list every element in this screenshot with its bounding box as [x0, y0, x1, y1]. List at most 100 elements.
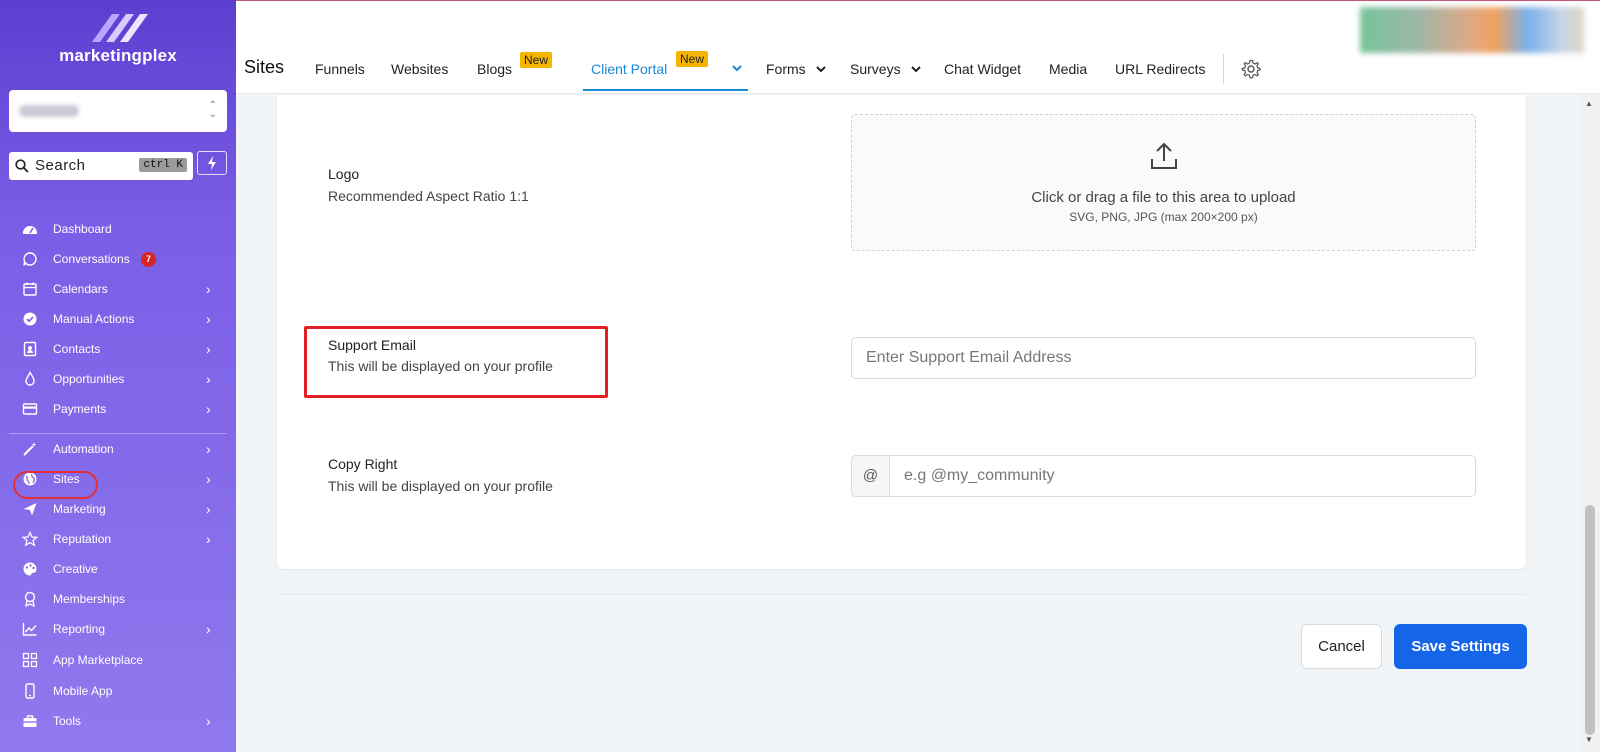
chat-icon [23, 252, 37, 266]
chevron-down-icon[interactable] [816, 66, 826, 73]
sidebar-item-tools[interactable]: Tools › [0, 706, 236, 736]
chevron-right-icon: › [206, 341, 211, 357]
sidebar-item-label: Creative [53, 562, 98, 576]
palette-icon [23, 562, 37, 576]
footer-divider [277, 594, 1526, 595]
tab-client-portal[interactable]: Client Portal [591, 61, 667, 77]
support-email-subtitle: This will be displayed on your profile [328, 358, 553, 374]
chevron-right-icon: › [206, 311, 211, 327]
sidebar-item-memberships[interactable]: Memberships [0, 584, 236, 614]
sidebar-item-label: Memberships [53, 592, 126, 606]
lightning-icon [208, 156, 216, 170]
sidebar-item-label: Opportunities [53, 372, 125, 386]
sidebar-item-label: Payments [53, 402, 107, 416]
sidebar-item-contacts[interactable]: Contacts › [0, 334, 236, 364]
chevron-right-icon: › [206, 621, 211, 637]
sidebar-item-opportunities[interactable]: Opportunities › [0, 364, 236, 394]
logo-upload-dropzone[interactable]: Click or drag a file to this area to upl… [851, 114, 1476, 251]
chevron-right-icon: › [206, 401, 211, 417]
sidebar-item-label: Dashboard [53, 222, 112, 236]
copyright-input[interactable] [890, 456, 1475, 496]
sidebar-item-label: Reputation [53, 532, 112, 546]
sidebar: marketingplex ⌃ ⌄ Search ctrl K Dashboard… [0, 0, 236, 752]
sidebar-item-creative[interactable]: Creative [0, 554, 236, 584]
top-nav-bar: Sites Funnels Websites Blogs New Client … [236, 0, 1600, 94]
search-label: Search [35, 157, 86, 174]
chevron-down-icon[interactable] [732, 65, 742, 72]
copyright-input-group: @ [851, 455, 1476, 497]
sidebar-item-payments[interactable]: Payments › [0, 394, 236, 424]
copyright-subtitle: This will be displayed on your profile [328, 478, 553, 494]
account-name-blurred [19, 105, 79, 117]
search-icon [15, 159, 29, 173]
search-button[interactable]: Search ctrl K [9, 152, 193, 180]
tab-funnels[interactable]: Funnels [315, 61, 365, 77]
sidebar-item-label: Tools [53, 714, 82, 728]
tab-forms[interactable]: Forms [766, 61, 806, 77]
copyright-title: Copy Right [328, 456, 398, 472]
upload-format-hint: SVG, PNG, JPG (max 200×200 px) [1069, 210, 1258, 224]
magic-wand-icon [23, 442, 37, 456]
updown-chevron-icon: ⌃ ⌄ [208, 100, 217, 120]
send-icon [23, 503, 37, 516]
upload-icon [1151, 142, 1177, 169]
check-circle-icon [23, 312, 37, 326]
tab-chat-widget[interactable]: Chat Widget [944, 61, 1021, 77]
toolbox-icon [23, 715, 37, 727]
toolbar-divider [1223, 54, 1224, 84]
at-prefix: @ [852, 456, 890, 496]
sidebar-item-automation[interactable]: Automation › [0, 434, 236, 464]
sidebar-item-label: App Marketplace [53, 653, 144, 667]
active-tab-indicator [583, 89, 748, 91]
quick-actions-button[interactable] [197, 151, 227, 175]
chevron-down-icon[interactable] [911, 66, 921, 73]
sidebar-item-mobile-app[interactable]: Mobile App [0, 676, 236, 706]
tab-surveys[interactable]: Surveys [850, 61, 901, 77]
scrollbar-thumb[interactable] [1585, 505, 1595, 735]
cancel-button[interactable]: Cancel [1301, 624, 1382, 669]
sidebar-item-label: Reporting [53, 622, 106, 636]
sidebar-item-label: Contacts [53, 342, 101, 356]
user-profile-blurred[interactable] [1360, 7, 1584, 53]
sidebar-item-label: Automation [53, 442, 114, 456]
sites-annotation-highlight [13, 471, 98, 499]
sidebar-item-reporting[interactable]: Reporting › [0, 614, 236, 644]
tab-websites[interactable]: Websites [391, 61, 448, 77]
new-badge: New [520, 52, 553, 68]
tab-media[interactable]: Media [1049, 61, 1087, 77]
sidebar-item-dashboard[interactable]: Dashboard [0, 214, 236, 244]
logo-icon [92, 14, 148, 42]
scroll-up-arrow-icon[interactable]: ▲ [1585, 99, 1593, 108]
chevron-right-icon: › [206, 531, 211, 547]
support-email-input[interactable] [851, 337, 1476, 379]
calendar-icon [23, 282, 37, 296]
support-email-title: Support Email [328, 337, 416, 353]
save-settings-button[interactable]: Save Settings [1394, 624, 1527, 669]
brand-logo[interactable]: marketingplex [0, 10, 236, 66]
scroll-down-arrow-icon[interactable]: ▼ [1585, 735, 1593, 744]
sidebar-item-label: Mobile App [53, 684, 113, 698]
sidebar-item-label: Manual Actions [53, 312, 135, 326]
star-icon [22, 531, 38, 547]
chevron-right-icon: › [206, 501, 211, 517]
sidebar-item-label: Calendars [53, 282, 108, 296]
gear-icon[interactable] [1241, 59, 1261, 79]
chevron-right-icon: › [206, 371, 211, 387]
sidebar-item-conversations[interactable]: Conversations 7 [0, 244, 236, 274]
contact-card-icon [23, 341, 37, 357]
sidebar-item-reputation[interactable]: Reputation › [0, 524, 236, 554]
chart-icon [22, 623, 37, 636]
sidebar-item-app-marketplace[interactable]: App Marketplace [0, 645, 236, 675]
search-shortcut: ctrl K [139, 158, 187, 172]
account-switcher[interactable]: ⌃ ⌄ [9, 90, 227, 132]
brand-name: marketingplex [59, 46, 177, 65]
tab-url-redirects[interactable]: URL Redirects [1115, 61, 1206, 77]
sidebar-item-calendars[interactable]: Calendars › [0, 274, 236, 304]
logo-field-title: Logo [328, 166, 360, 182]
unread-count-badge: 7 [141, 252, 156, 267]
sidebar-item-label: Conversations [53, 252, 130, 266]
tab-blogs[interactable]: Blogs [477, 61, 512, 77]
vertical-scrollbar[interactable]: ▲ ▼ [1580, 95, 1600, 752]
chevron-right-icon: › [206, 471, 211, 487]
sidebar-item-manual-actions[interactable]: Manual Actions › [0, 304, 236, 334]
